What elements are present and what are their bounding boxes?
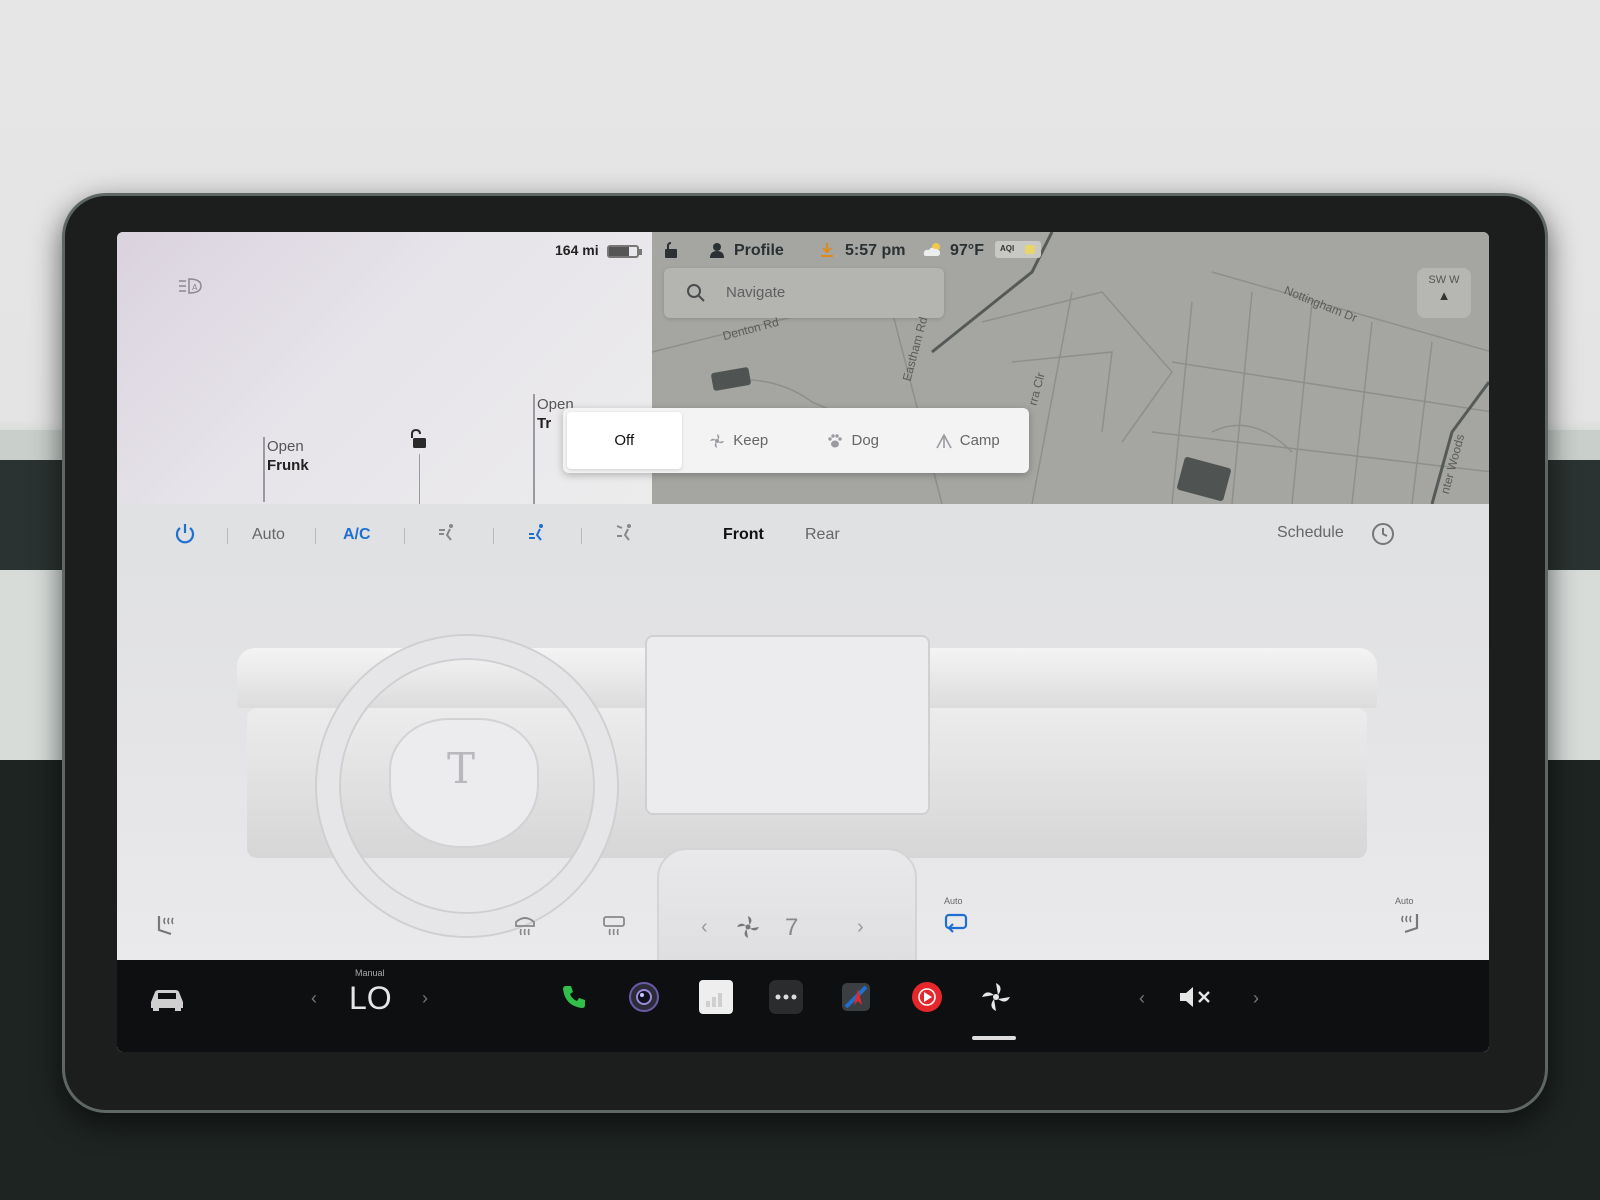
auto-headlight-icon[interactable]: A	[177, 276, 205, 296]
recirc-auto-label: Auto	[944, 896, 963, 906]
keeper-keep-label: Keep	[733, 432, 769, 449]
ac-button[interactable]: A/C	[343, 526, 371, 544]
separator	[581, 528, 582, 544]
front-tab[interactable]: Front	[723, 526, 764, 544]
keeper-camp-label: Camp	[959, 432, 1000, 449]
download-icon[interactable]	[818, 241, 836, 259]
airflow-feet-icon[interactable]	[525, 522, 549, 546]
fan-icon	[735, 914, 761, 940]
temp-increase-chevron[interactable]: ›	[422, 988, 428, 1009]
car-icon[interactable]	[147, 984, 187, 1012]
climate-keeper-selector: Off Keep Dog Camp	[563, 408, 1029, 473]
open-frunk-button[interactable]: Open Frunk	[267, 437, 309, 475]
keeper-dog-option[interactable]: Dog	[796, 412, 911, 469]
camera-app-icon[interactable]	[627, 980, 661, 1014]
bottom-dock: ‹ Manual LO › ‹ ›	[117, 960, 1489, 1052]
tesla-logo-icon: T	[447, 744, 476, 793]
touchscreen: A 164 mi Open Frunk Open Tr Profile 5:57…	[117, 232, 1489, 1052]
separator	[227, 528, 228, 544]
profile-button[interactable]: Profile	[734, 242, 784, 260]
center-display-illustration	[645, 635, 930, 815]
svg-text:A: A	[192, 283, 198, 292]
temp-mode-label: Manual	[355, 968, 385, 978]
volume-decrease-chevron[interactable]: ‹	[1139, 988, 1145, 1009]
trunk-pointer	[533, 394, 535, 504]
navigate-placeholder: Navigate	[726, 284, 786, 301]
frunk-label-2: Frunk	[267, 457, 309, 474]
rear-defrost-icon[interactable]	[512, 912, 538, 938]
temp-decrease-chevron[interactable]: ‹	[311, 988, 317, 1009]
battery-icon	[607, 245, 639, 258]
keeper-off-option[interactable]: Off	[567, 412, 682, 469]
volume-increase-chevron[interactable]: ›	[1253, 988, 1259, 1009]
climate-toolbar: Auto A/C Front Rear Schedule	[117, 504, 1489, 568]
lock-status-icon[interactable]	[662, 241, 680, 259]
airflow-face-icon[interactable]	[435, 522, 459, 546]
frunk-pointer	[263, 437, 265, 502]
weather-cloud-icon	[922, 241, 944, 259]
seat-heater-left-icon[interactable]	[153, 912, 179, 938]
compass-button[interactable]: SW W ▲	[1417, 268, 1471, 318]
outside-temperature: 97°F	[950, 242, 984, 259]
airflow-defrost-icon[interactable]	[613, 522, 637, 546]
phone-app-icon[interactable]	[557, 980, 591, 1014]
battery-tip	[639, 249, 642, 255]
clock: 5:57 pm	[845, 242, 906, 259]
front-defrost-icon[interactable]	[601, 912, 627, 938]
youtube-music-icon[interactable]	[910, 980, 944, 1014]
fan-decrease-chevron[interactable]: ‹	[701, 916, 708, 939]
frunk-label-1: Open	[267, 438, 304, 455]
compass-heading: SW W	[1428, 274, 1460, 286]
unlock-icon[interactable]	[409, 428, 431, 450]
climate-power-icon[interactable]	[173, 522, 197, 546]
seat-heater-right-icon[interactable]	[1397, 910, 1423, 936]
keeper-camp-option[interactable]: Camp	[911, 412, 1026, 469]
rear-tab[interactable]: Rear	[805, 526, 840, 544]
keeper-off-label: Off	[614, 432, 635, 449]
aqi-badge: AQI	[995, 241, 1041, 258]
navigate-search[interactable]: Navigate	[664, 268, 944, 318]
auto-button[interactable]: Auto	[252, 526, 285, 544]
lock-pointer	[419, 454, 420, 504]
range-readout: 164 mi	[555, 242, 599, 258]
paw-icon	[827, 433, 843, 449]
fan-increase-chevron[interactable]: ›	[857, 916, 864, 939]
energy-app-icon[interactable]	[699, 980, 733, 1014]
cabin-temp-value[interactable]: LO	[349, 980, 392, 1017]
console-illustration	[657, 848, 917, 978]
more-apps-icon[interactable]	[769, 980, 803, 1014]
compass-arrow-icon: ▲	[1437, 288, 1451, 303]
cabin-illustration: T	[117, 568, 1489, 978]
separator	[404, 528, 405, 544]
separator	[315, 528, 316, 544]
fan-dock-icon[interactable]	[979, 980, 1013, 1014]
active-app-indicator	[972, 1036, 1016, 1040]
volume-muted-icon[interactable]	[1177, 982, 1213, 1012]
status-bar: Profile 5:57 pm 97°F AQI	[652, 232, 1489, 272]
search-icon	[686, 283, 706, 303]
keeper-dog-label: Dog	[851, 432, 880, 449]
seat-right-auto-label: Auto	[1395, 896, 1414, 906]
recirculate-icon[interactable]	[943, 910, 969, 936]
fan-speed-value: 7	[785, 914, 799, 941]
fan-keep-icon	[709, 433, 725, 449]
schedule-button[interactable]: Schedule	[1277, 524, 1344, 542]
separator	[493, 528, 494, 544]
profile-icon[interactable]	[709, 242, 725, 258]
clock-icon[interactable]	[1371, 522, 1395, 546]
navigation-app-icon[interactable]	[839, 980, 873, 1014]
keeper-keep-option[interactable]: Keep	[682, 412, 797, 469]
tent-icon	[936, 432, 952, 449]
